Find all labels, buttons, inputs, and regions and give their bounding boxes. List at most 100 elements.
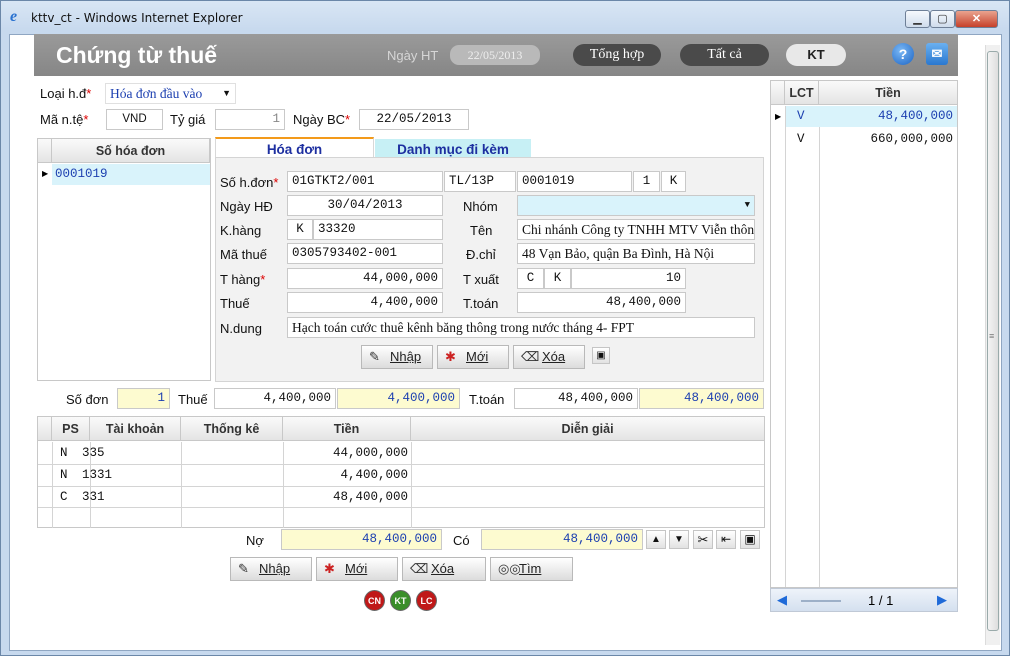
document-lct-cell[interactable]: V xyxy=(797,109,805,123)
summary-total-field-2: 48,400,000 xyxy=(639,388,764,409)
entry-ps-cell[interactable]: N xyxy=(60,446,68,460)
mail-icon[interactable]: ✉ xyxy=(926,43,948,65)
title-bar: e kttv_ct - Windows Internet Explorer ▁ … xyxy=(1,1,1009,35)
internet-explorer-icon: e xyxy=(10,8,18,25)
next-page-icon[interactable]: ▶ xyxy=(937,592,947,608)
invoice-number-cell[interactable]: 0001019 xyxy=(55,167,108,181)
tax-code-field[interactable]: 0305793402-001 xyxy=(287,243,443,264)
currency-label: Mã n.tệ* xyxy=(40,112,89,127)
entry-account-cell[interactable]: 1331 xyxy=(82,468,112,482)
invoice-list-grid: Số hóa đơn 0001019 ▶ xyxy=(37,138,211,381)
document-amount-cell[interactable]: 48,400,000 xyxy=(823,109,953,123)
total-label: T.toán xyxy=(463,296,499,311)
cn-circle-button[interactable]: CN xyxy=(364,590,385,611)
tab-invoice[interactable]: Hóa đơn xyxy=(215,137,374,158)
summary-tax-field-2: 4,400,000 xyxy=(337,388,460,409)
debit-label: Nợ xyxy=(246,533,264,548)
address-field[interactable]: 48 Vạn Bảo, quận Ba Đình, Hà Nội xyxy=(517,243,755,264)
new-document-icon: ✱ xyxy=(324,561,335,576)
entry-ps-cell[interactable]: N xyxy=(60,468,68,482)
invoice-number-field[interactable]: 0001019 xyxy=(517,171,632,192)
customer-prefix-field[interactable]: K xyxy=(287,219,313,240)
invoice-date-field[interactable]: 30/04/2013 xyxy=(287,195,443,216)
close-button[interactable]: ✕ xyxy=(955,10,998,28)
account-header: Tài khoản xyxy=(90,417,181,441)
chevron-down-icon: ▼ xyxy=(222,88,231,98)
entry-amount-cell[interactable]: 4,400,000 xyxy=(188,468,408,482)
customer-code-field[interactable]: 33320 xyxy=(313,219,443,240)
ps-header: PS xyxy=(52,417,90,441)
kt-button[interactable]: KT xyxy=(786,44,846,66)
entry-ps-cell[interactable]: C xyxy=(60,490,68,504)
export-k-field[interactable]: K xyxy=(544,268,571,289)
scrollbar-thumb[interactable] xyxy=(987,51,999,631)
cut-icon[interactable]: ✂ xyxy=(693,530,713,549)
goods-amount-field[interactable]: 44,000,000 xyxy=(287,268,443,289)
report-date-field[interactable]: 22/05/2013 xyxy=(359,109,469,130)
form-code-field[interactable]: 01GTKT2/001 xyxy=(287,171,443,192)
code1-field[interactable]: K xyxy=(661,171,686,192)
minimize-button[interactable]: ▁ xyxy=(905,10,930,28)
invoice-type-select[interactable]: Hóa đơn đầu vào ▼ xyxy=(105,83,236,104)
lc-circle-button[interactable]: LC xyxy=(416,590,437,611)
delete-button[interactable]: ⌫ Xóa xyxy=(402,557,486,581)
system-date-label: Ngày HT xyxy=(387,48,439,63)
page-header: Chứng từ thuế Ngày HT 22/05/2013 Tổng hợ… xyxy=(34,34,958,76)
maximize-button[interactable]: ▢ xyxy=(930,10,955,28)
move-up-button[interactable]: ▲ xyxy=(646,530,666,549)
export-c-field[interactable]: C xyxy=(517,268,544,289)
rate-field[interactable]: 1 xyxy=(215,109,285,130)
summary-tax-label: Thuế xyxy=(178,392,208,407)
invoice-type-label: Loại h.đ* xyxy=(40,86,92,101)
insert-row-icon[interactable]: ⇤ xyxy=(716,530,736,549)
document-lct-cell[interactable]: V xyxy=(797,132,805,146)
group-select[interactable]: ▼ xyxy=(517,195,755,216)
export-rate-field[interactable]: 10 xyxy=(571,268,686,289)
entry-account-cell[interactable]: 335 xyxy=(82,446,105,460)
enter-button[interactable]: ✎ Nhập xyxy=(230,557,312,581)
num1-field[interactable]: 1 xyxy=(633,171,660,192)
system-date-field: 22/05/2013 xyxy=(450,45,540,65)
total-field[interactable]: 48,400,000 xyxy=(517,292,686,313)
summary-button[interactable]: Tổng hợp xyxy=(573,44,661,66)
credit-total-field: 48,400,000 xyxy=(481,529,643,550)
detail-new-button[interactable]: ✱ Mới xyxy=(437,345,509,369)
amount-header: Tiền xyxy=(819,81,957,105)
entry-account-cell[interactable]: 331 xyxy=(82,490,105,504)
invoice-number-header: Số hóa đơn xyxy=(52,139,210,163)
help-icon[interactable]: ? xyxy=(892,43,914,65)
address-label: Đ.chỉ xyxy=(466,247,496,262)
tax-label: Thuế xyxy=(220,296,250,311)
series-field[interactable]: TL/13P xyxy=(444,171,516,192)
chevron-down-icon: ▼ xyxy=(744,200,750,210)
entry-amount-cell[interactable]: 44,000,000 xyxy=(188,446,408,460)
summary-total-label: T.toán xyxy=(469,392,505,407)
amount-header: Tiền xyxy=(283,417,411,441)
move-down-button[interactable]: ▼ xyxy=(669,530,689,549)
currency-field[interactable]: VND xyxy=(106,109,163,130)
erase-icon: ⌫ xyxy=(410,561,429,576)
page-scrollbar[interactable]: ≡ xyxy=(985,45,1000,645)
save-icon[interactable]: ▣ xyxy=(592,347,610,364)
all-button[interactable]: Tất cả xyxy=(680,44,769,66)
content-field[interactable]: Hạch toán cước thuê kênh băng thông tron… xyxy=(287,317,755,338)
new-button[interactable]: ✱ Mới xyxy=(316,557,398,581)
pager-bar: ◀ 1 / 1 ▶ xyxy=(770,588,958,612)
detail-delete-button[interactable]: ⌫ Xóa xyxy=(513,345,585,369)
report-date-label: Ngày BC* xyxy=(293,112,351,127)
invoice-no-label: Số h.đơn* xyxy=(220,175,279,190)
save-icon[interactable]: ▣ xyxy=(740,530,760,549)
window-title: kttv_ct - Windows Internet Explorer xyxy=(31,11,243,25)
kt-circle-button[interactable]: KT xyxy=(390,590,411,611)
prev-page-icon[interactable]: ◀ xyxy=(777,592,787,608)
tax-field[interactable]: 4,400,000 xyxy=(287,292,443,313)
find-button[interactable]: ◎◎ Tìm xyxy=(490,557,573,581)
credit-label: Có xyxy=(453,533,470,548)
entry-amount-cell[interactable]: 48,400,000 xyxy=(188,490,408,504)
customer-name-field[interactable]: Chi nhánh Công ty TNHH MTV Viễn thôn xyxy=(517,219,755,240)
detail-enter-button[interactable]: ✎ Nhập xyxy=(361,345,433,369)
erase-icon: ⌫ xyxy=(521,349,540,364)
entries-grid: PS Tài khoản Thống kê Tiền Diễn giải N 3… xyxy=(37,416,765,528)
document-amount-cell[interactable]: 660,000,000 xyxy=(823,132,953,146)
binoculars-icon: ◎◎ xyxy=(498,561,521,576)
